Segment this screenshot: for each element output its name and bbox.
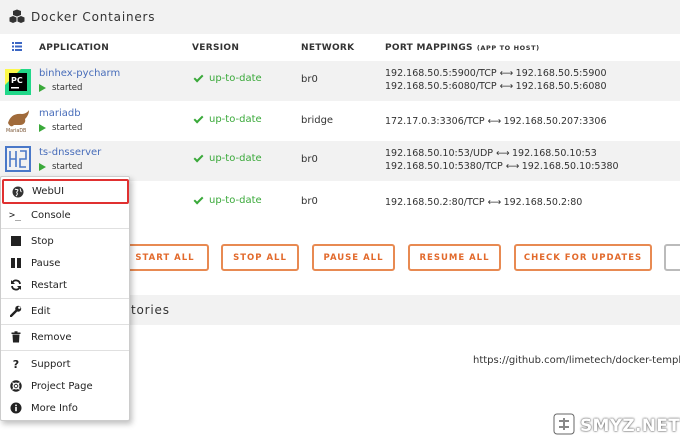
trash-icon <box>10 331 22 343</box>
two-way-arrow-icon: ⟷ <box>487 197 502 208</box>
menu-item-stop[interactable]: Stop <box>1 231 129 251</box>
pause-all-button[interactable]: PAUSE ALL <box>312 244 395 271</box>
play-icon <box>39 84 46 92</box>
menu-item-pause[interactable]: Pause <box>1 253 129 273</box>
network-value: br0 <box>301 196 318 207</box>
globe-icon <box>12 186 24 198</box>
column-header-port-mappings: PORT MAPPINGS (APP TO HOST) <box>385 43 540 53</box>
list-icon <box>12 42 22 54</box>
life-ring-icon <box>10 380 22 392</box>
menu-label: WebUI <box>32 186 65 197</box>
table-row: MariaDB mariadb started up-to-date bridg… <box>0 101 680 141</box>
menu-label: Console <box>31 209 71 221</box>
version-status: up-to-date <box>193 72 262 84</box>
column-header-network: NETWORK <box>301 43 355 53</box>
mariadb-icon-text: MariaDB <box>6 128 26 134</box>
port-mappings: 172.17.0.3:3306/TCP ⟷ 192.168.50.207:3306 <box>385 116 607 127</box>
mariadb-app-icon[interactable]: MariaDB <box>5 108 31 134</box>
column-header-application: APPLICATION <box>39 43 110 53</box>
table-row: ts-dnsserver started up-to-date br0 192.… <box>0 141 680 181</box>
docker-cubes-icon <box>9 9 25 25</box>
menu-item-remove[interactable]: Remove <box>1 327 129 347</box>
port-mappings: 192.168.50.5:5900/TCP ⟷ 192.168.50.5:5900 … <box>385 68 607 92</box>
check-icon <box>193 113 204 123</box>
svg-text:PC: PC <box>11 76 23 85</box>
stop-icon <box>10 235 22 247</box>
two-way-arrow-icon: ⟷ <box>496 148 510 159</box>
version-status: up-to-date <box>193 113 262 125</box>
stop-all-button[interactable]: STOP ALL <box>221 244 299 271</box>
docker-containers-header: Docker Containers <box>0 0 680 34</box>
check-for-updates-button[interactable]: CHECK FOR UPDATES <box>514 244 652 271</box>
menu-label: More Info <box>31 402 78 414</box>
question-icon: ? <box>12 357 20 371</box>
menu-divider <box>1 350 129 351</box>
menu-divider <box>1 298 129 299</box>
pause-icon <box>10 257 22 269</box>
menu-label: Support <box>31 358 71 370</box>
network-value: br0 <box>301 74 318 85</box>
refresh-icon <box>10 279 22 291</box>
page-title: Docker Containers <box>31 10 156 24</box>
menu-item-restart[interactable]: Restart <box>1 275 129 295</box>
container-name-link[interactable]: ts-dnsserver <box>39 147 101 158</box>
wrench-icon <box>10 305 22 317</box>
watermark-logo-icon <box>553 413 575 439</box>
container-context-menu: WebUI >_ Console Stop Pause Restart Edit… <box>0 176 130 421</box>
port-mappings: 192.168.50.10:53/UDP ⟷ 192.168.50.10:53 19… <box>385 148 619 172</box>
check-icon <box>193 72 204 82</box>
watermark-text: SMYZ.NET <box>580 416 680 436</box>
container-name-link[interactable]: mariadb <box>39 108 81 119</box>
extra-button-partial[interactable] <box>664 244 680 271</box>
menu-label: Restart <box>31 279 67 291</box>
two-way-arrow-icon: ⟷ <box>505 161 520 172</box>
version-status: up-to-date <box>193 194 262 206</box>
play-icon <box>39 124 46 132</box>
site-watermark: SMYZ.NET <box>553 410 680 442</box>
ts-dnsserver-app-icon[interactable] <box>5 146 31 172</box>
play-icon <box>39 163 46 171</box>
menu-divider <box>1 324 129 325</box>
menu-label: Edit <box>31 305 51 317</box>
two-way-arrow-icon: ⟷ <box>499 81 514 92</box>
container-status: started <box>39 123 82 133</box>
column-toggle-button[interactable] <box>12 40 22 56</box>
version-status: up-to-date <box>193 152 262 164</box>
menu-label: Pause <box>31 257 61 269</box>
container-status: started <box>39 83 82 93</box>
menu-item-webui[interactable]: WebUI <box>2 179 129 204</box>
menu-label: Stop <box>31 235 54 247</box>
check-icon <box>193 152 204 162</box>
menu-divider <box>1 228 129 229</box>
resume-all-button[interactable]: RESUME ALL <box>408 244 501 271</box>
menu-label: Remove <box>31 331 72 343</box>
check-icon <box>193 194 204 204</box>
template-repository-url: https://github.com/limetech/docker-templ… <box>473 355 680 366</box>
column-header-version: VERSION <box>192 43 240 53</box>
table-row: PC binhex-pycharm started up-to-date br0… <box>0 61 680 101</box>
menu-item-project-page[interactable]: Project Page <box>1 376 129 396</box>
two-way-arrow-icon: ⟷ <box>499 68 514 79</box>
pycharm-app-icon[interactable]: PC <box>5 69 31 95</box>
container-status: started <box>39 162 82 172</box>
menu-item-edit[interactable]: Edit <box>1 301 129 321</box>
menu-item-more-info[interactable]: More Info <box>1 398 129 418</box>
terminal-icon: >_ <box>8 209 22 221</box>
two-way-arrow-icon: ⟷ <box>487 116 502 127</box>
network-value: br0 <box>301 154 318 165</box>
menu-item-support[interactable]: ? Support <box>1 354 129 374</box>
container-name-link[interactable]: binhex-pycharm <box>39 68 120 79</box>
network-value: bridge <box>301 115 334 126</box>
menu-item-console[interactable]: >_ Console <box>1 205 129 225</box>
port-mappings: 192.168.50.2:80/TCP ⟷ 192.168.50.2:80 <box>385 197 583 208</box>
start-all-button[interactable]: START ALL <box>121 244 209 271</box>
info-circle-icon <box>10 402 22 414</box>
section-title: tories <box>131 303 170 317</box>
menu-label: Project Page <box>31 380 93 392</box>
